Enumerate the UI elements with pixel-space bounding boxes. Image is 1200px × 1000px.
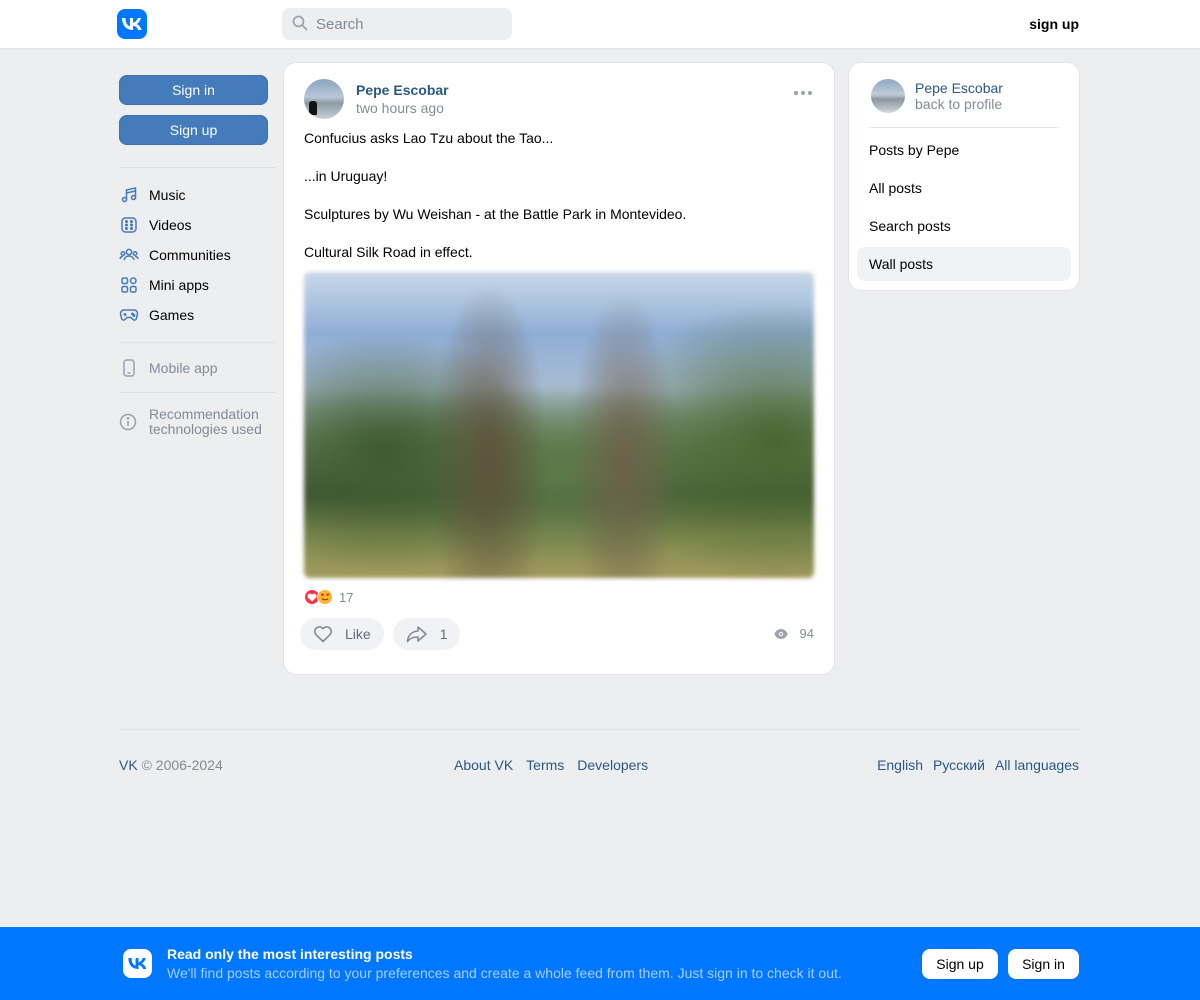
- video-icon: [119, 215, 139, 235]
- share-count: 1: [439, 626, 448, 642]
- post-header: Pepe Escobar two hours ago: [304, 79, 449, 119]
- post-paragraph: Cultural Silk Road in effect.: [304, 244, 473, 260]
- sidebar-divider: [119, 342, 276, 343]
- post-paragraph: Sculptures by Wu Weishan - at the Battle…: [304, 206, 687, 222]
- more-options-icon[interactable]: [794, 91, 812, 95]
- views-counter: 94: [773, 626, 814, 641]
- footer-links: About VK Terms Developers: [454, 757, 648, 773]
- sidebar-item-music[interactable]: Music: [119, 180, 269, 210]
- language-links: English Русский All languages: [877, 757, 1079, 773]
- header-signup-link[interactable]: sign up: [1029, 16, 1079, 32]
- menu-item-wall-posts[interactable]: Wall posts: [857, 247, 1071, 281]
- sidebar-item-communities[interactable]: Communities: [119, 240, 269, 270]
- search-icon: [292, 15, 308, 34]
- gamepad-icon: [119, 305, 139, 325]
- share-button[interactable]: 1: [392, 618, 461, 650]
- post-actions: Like 1: [300, 618, 469, 650]
- top-header: sign up: [0, 0, 1200, 48]
- footer-link-terms[interactable]: Terms: [526, 757, 564, 773]
- signup-banner: Read only the most interesting posts We'…: [0, 927, 1200, 1000]
- sidebar-item-label: Mobile app: [149, 360, 218, 376]
- search-input[interactable]: [316, 15, 496, 33]
- post-paragraph: Confucius asks Lao Tzu about the Tao...: [304, 130, 554, 146]
- heart-eyes-reaction-icon: [317, 589, 333, 605]
- post-timestamp[interactable]: two hours ago: [356, 100, 449, 116]
- info-icon: [119, 413, 139, 433]
- right-menu: Pepe Escobar back to profile Posts by Pe…: [849, 63, 1079, 290]
- footer-link-about[interactable]: About VK: [454, 757, 513, 773]
- communities-icon: [119, 245, 139, 265]
- share-icon: [406, 625, 434, 643]
- reactions-summary[interactable]: 17: [304, 589, 353, 605]
- back-to-profile-link[interactable]: Pepe Escobar back to profile: [871, 79, 1003, 113]
- vk-brand-link[interactable]: VK: [119, 757, 138, 773]
- post-photo[interactable]: [304, 272, 814, 578]
- menu-item-posts-by-pepe[interactable]: Posts by Pepe: [857, 133, 1071, 167]
- language-russian[interactable]: Русский: [933, 757, 985, 773]
- signin-button[interactable]: Sign in: [119, 75, 268, 105]
- profile-name: Pepe Escobar: [915, 80, 1003, 96]
- left-sidebar: Sign in Sign up Music Videos Communities: [119, 75, 276, 437]
- sidebar-item-label: Music: [149, 187, 186, 203]
- back-to-profile-label: back to profile: [915, 96, 1003, 112]
- banner-subtitle: We'll find posts according to your prefe…: [167, 965, 842, 981]
- sidebar-item-label: Games: [149, 307, 195, 323]
- avatar[interactable]: [304, 79, 344, 119]
- like-label: Like: [345, 626, 371, 642]
- vk-logo-icon: [123, 949, 152, 978]
- menu-item-search-posts[interactable]: Search posts: [857, 209, 1071, 243]
- music-icon: [119, 185, 139, 205]
- sidebar-item-mobile-app[interactable]: Mobile app: [119, 353, 269, 383]
- reco-line-2: technologies used: [149, 421, 262, 437]
- sidebar-item-videos[interactable]: Videos: [119, 210, 269, 240]
- footer-link-developers[interactable]: Developers: [577, 757, 648, 773]
- banner-signup-button[interactable]: Sign up: [922, 949, 998, 979]
- post-text: Confucius asks Lao Tzu about the Tao... …: [304, 129, 814, 281]
- reco-line-1: Recommendation: [149, 406, 259, 422]
- recommendation-tech-link[interactable]: Recommendation technologies used: [119, 407, 269, 437]
- recommendation-label: Recommendation technologies used: [149, 407, 262, 437]
- footer-divider: [119, 729, 1079, 730]
- menu-item-all-posts[interactable]: All posts: [857, 171, 1071, 205]
- sidebar-divider: [119, 392, 276, 393]
- footer: VK © 2006-2024 About VK Terms Developers…: [119, 757, 1079, 775]
- eye-icon: [773, 628, 794, 639]
- sidebar-nav: Music Videos Communities Mini apps Games: [119, 180, 269, 330]
- sidebar-item-label: Mini apps: [149, 277, 209, 293]
- signup-button[interactable]: Sign up: [119, 115, 268, 145]
- heart-icon: [313, 625, 339, 643]
- sidebar-item-label: Videos: [149, 217, 192, 233]
- post-author[interactable]: Pepe Escobar: [356, 82, 449, 98]
- search-box[interactable]: [282, 8, 512, 40]
- language-all[interactable]: All languages: [995, 757, 1079, 773]
- copyright-text: © 2006-2024: [137, 757, 223, 773]
- banner-signin-button[interactable]: Sign in: [1008, 949, 1079, 979]
- phone-icon: [119, 358, 139, 378]
- banner-title: Read only the most interesting posts: [167, 946, 413, 962]
- copyright: VK © 2006-2024: [119, 757, 223, 773]
- posts-menu: Posts by Pepe All posts Search posts Wal…: [857, 133, 1071, 285]
- post-paragraph: ...in Uruguay!: [304, 168, 388, 184]
- menu-divider: [869, 127, 1059, 128]
- vk-logo-icon[interactable]: [117, 9, 147, 39]
- sidebar-divider: [119, 167, 276, 168]
- sidebar-item-label: Communities: [149, 247, 231, 263]
- like-button[interactable]: Like: [300, 618, 384, 650]
- avatar: [871, 79, 905, 113]
- language-english[interactable]: English: [877, 757, 923, 773]
- views-count: 94: [799, 626, 814, 641]
- reactions-count: 17: [339, 589, 354, 605]
- sidebar-item-games[interactable]: Games: [119, 300, 269, 330]
- sidebar-item-mini-apps[interactable]: Mini apps: [119, 270, 269, 300]
- mini-apps-icon: [119, 275, 139, 295]
- post-card: Pepe Escobar two hours ago Confucius ask…: [284, 63, 834, 674]
